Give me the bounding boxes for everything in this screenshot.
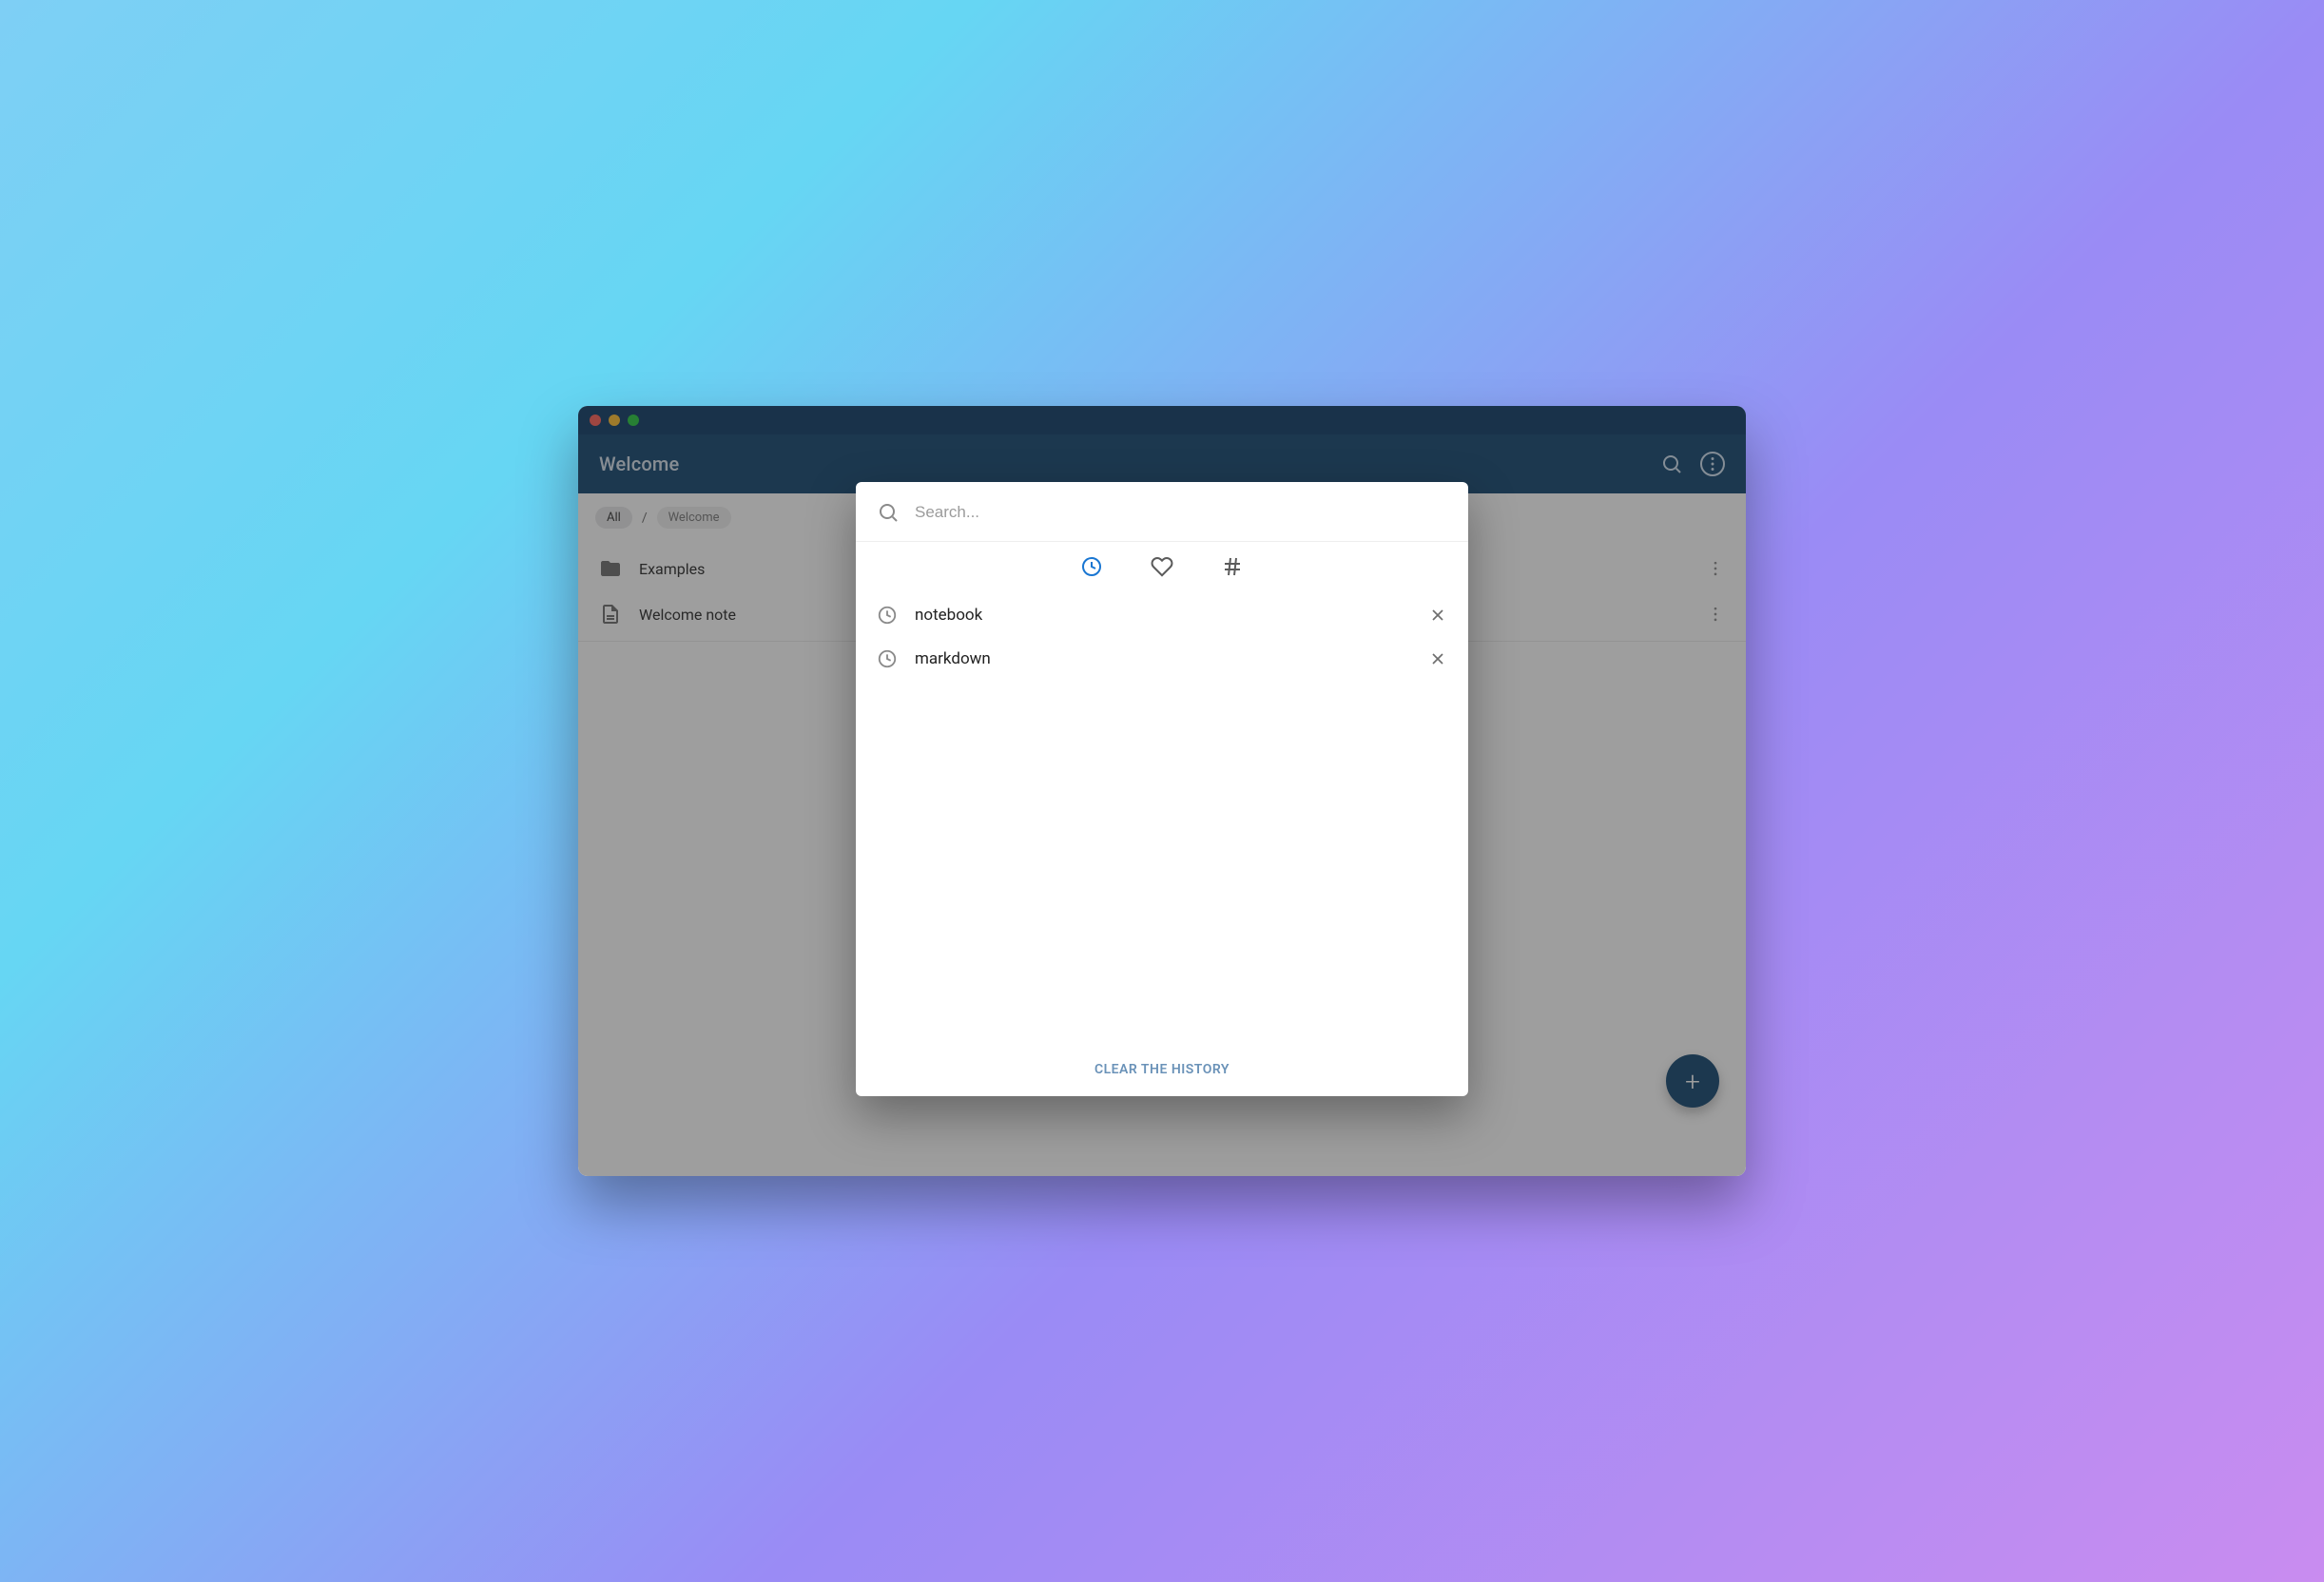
search-tabs [856,542,1468,588]
tab-favorites[interactable] [1151,555,1173,578]
tab-recent[interactable] [1080,555,1103,578]
search-icon [877,501,900,524]
history-item-label: notebook [915,606,1411,625]
history-item[interactable]: notebook [873,593,1451,637]
clear-history-button[interactable]: CLEAR THE HISTORY [856,1047,1468,1096]
search-input[interactable] [915,503,1447,522]
history-item[interactable]: markdown [873,637,1451,681]
clock-icon [877,605,898,626]
remove-history-item[interactable] [1428,649,1447,668]
history-list: notebook markdown [856,588,1468,1047]
app-window: Welcome All / Welcome Examples [578,406,1746,1176]
search-row [856,482,1468,542]
tab-tags[interactable] [1221,555,1244,578]
clock-icon [877,648,898,669]
modal-scrim[interactable]: notebook markdown CLEAR THE HISTORY [578,406,1746,1176]
search-modal: notebook markdown CLEAR THE HISTORY [856,482,1468,1096]
history-item-label: markdown [915,649,1411,668]
remove-history-item[interactable] [1428,606,1447,625]
